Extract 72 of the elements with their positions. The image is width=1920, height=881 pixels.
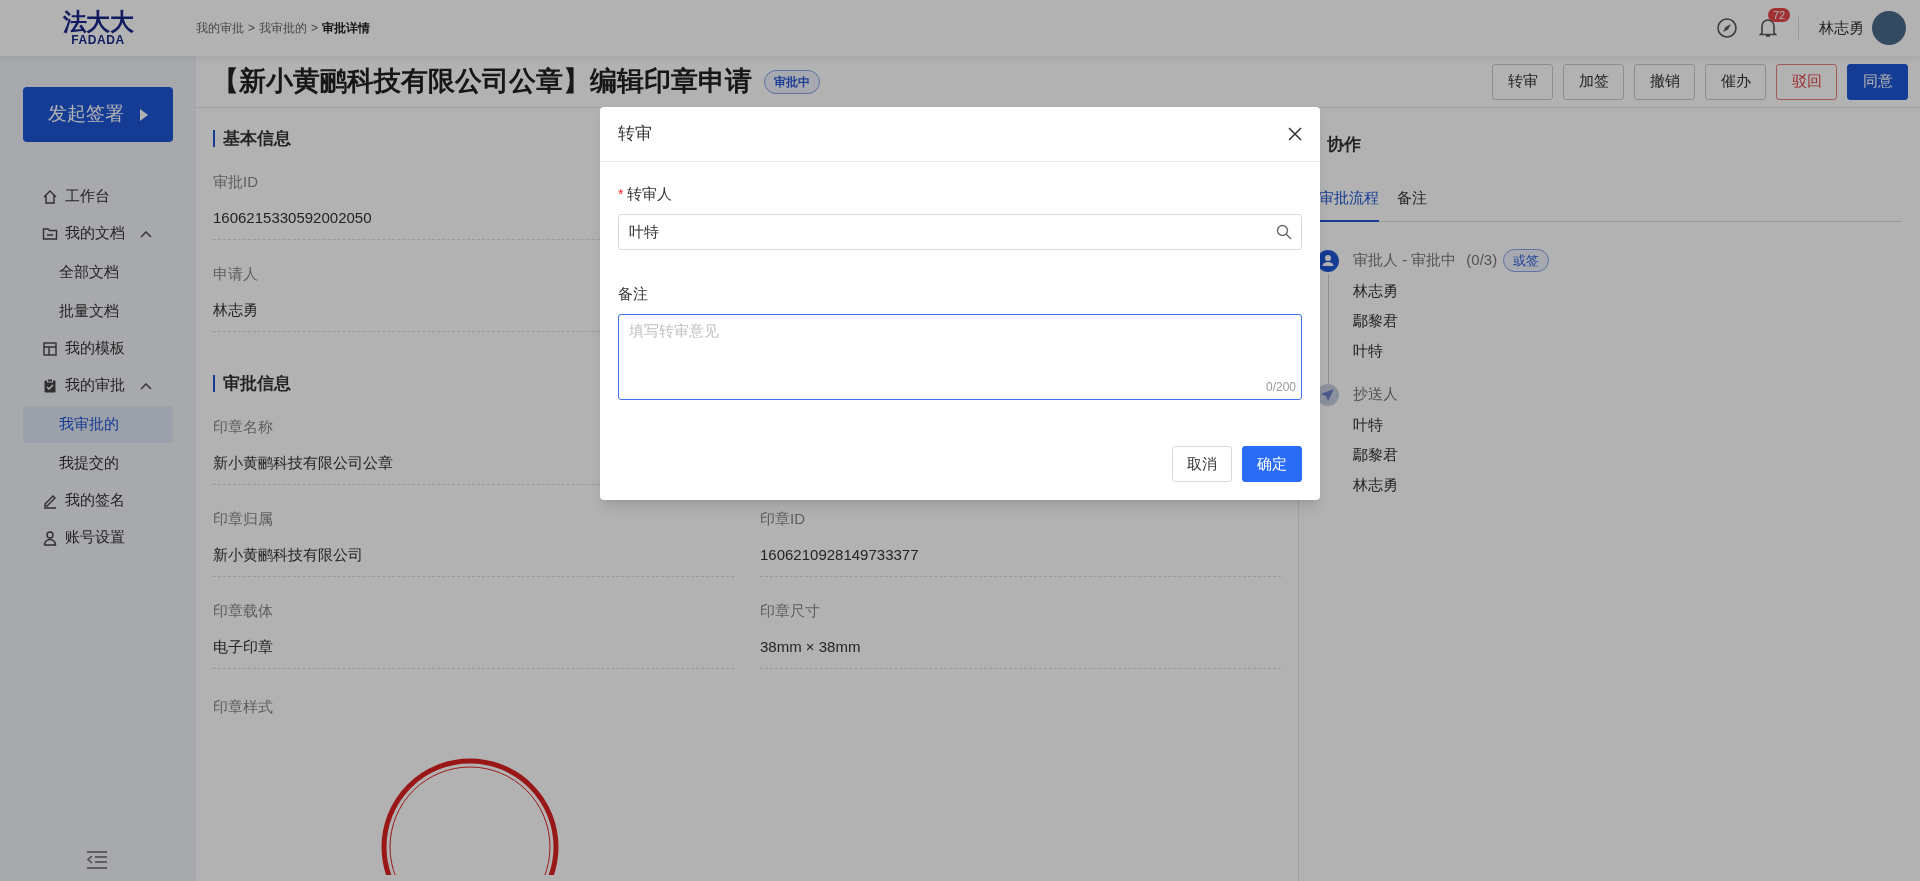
sidebar-item[interactable]: 工作台 bbox=[0, 178, 196, 215]
bell-icon[interactable] bbox=[1758, 17, 1778, 39]
caret-icon bbox=[140, 108, 148, 121]
action-button[interactable]: 催办 bbox=[1705, 63, 1766, 100]
sidebar-item[interactable]: 我的文档 bbox=[0, 215, 196, 252]
field-label: 印章尺寸 bbox=[760, 601, 820, 621]
sidebar-subitem[interactable]: 全部文档 bbox=[23, 254, 173, 291]
field-value: 林志勇 bbox=[213, 301, 258, 318]
action-button[interactable]: 转审 bbox=[1492, 63, 1553, 100]
field-label: 申请人 bbox=[213, 264, 258, 284]
notification-badge: 72 bbox=[1768, 8, 1791, 22]
action-button[interactable]: 撤销 bbox=[1634, 63, 1695, 100]
step-title: 抄送人 bbox=[1353, 384, 1398, 405]
person-name: 林志勇 bbox=[1353, 474, 1398, 495]
sidebar-item[interactable]: 我的签名 bbox=[0, 482, 196, 519]
field-label: 印章名称 bbox=[213, 417, 273, 437]
breadcrumb-separator: > bbox=[311, 20, 319, 37]
logo-wordmark: FADADA bbox=[71, 34, 125, 46]
person-name: 叶特 bbox=[1353, 414, 1384, 435]
sidebar-subitem[interactable]: 我审批的 bbox=[23, 406, 173, 443]
field-value: 新小黄鹂科技有限公司公章 bbox=[213, 454, 393, 471]
breadcrumb-separator: > bbox=[248, 20, 255, 37]
sidebar-subitem[interactable]: 我提交的 bbox=[23, 445, 173, 482]
page-title: 【新小黄鹂科技有限公司公章】编辑印章申请 bbox=[212, 65, 752, 99]
compass-icon bbox=[1716, 17, 1738, 39]
sidebar-subitem[interactable]: 批量文档 bbox=[23, 293, 173, 330]
user-icon bbox=[42, 529, 58, 546]
field-label: 印章归属 bbox=[213, 509, 273, 529]
layout-icon bbox=[42, 340, 58, 357]
home-icon bbox=[42, 188, 58, 205]
user-name[interactable]: 林志勇 bbox=[1819, 16, 1864, 40]
clipboard-icon bbox=[42, 377, 58, 394]
field-value: 1606210928149733377 bbox=[760, 546, 919, 563]
dialog-button[interactable]: 确定 bbox=[1242, 446, 1302, 482]
logo-text: 法大大 bbox=[62, 10, 134, 34]
person-name: 林志勇 bbox=[1353, 280, 1399, 301]
person-name: 叶特 bbox=[1353, 340, 1384, 361]
step-count: (0/3) bbox=[1466, 250, 1498, 271]
folder-icon bbox=[42, 225, 58, 242]
field-value: 38mm × 38mm bbox=[760, 638, 861, 655]
status-tag: 审批中 bbox=[764, 69, 820, 94]
sidebar-item[interactable]: 我的模板 bbox=[0, 330, 196, 367]
close-icon[interactable] bbox=[1288, 127, 1302, 141]
collapse-menu-icon[interactable] bbox=[86, 851, 108, 869]
sidebar-item[interactable]: 账号设置 bbox=[0, 519, 196, 556]
action-button[interactable]: 驳回 bbox=[1776, 63, 1837, 100]
field-label: 备注 bbox=[618, 283, 648, 304]
field-value: 电子印章 bbox=[213, 638, 273, 655]
tab[interactable]: 备注 bbox=[1397, 187, 1427, 222]
action-button[interactable]: 同意 bbox=[1847, 63, 1908, 100]
person-name: 鄢黎君 bbox=[1353, 310, 1399, 331]
field-label: 审批ID bbox=[213, 172, 258, 192]
field-value: 新小黄鹂科技有限公司 bbox=[213, 546, 363, 563]
action-button[interactable]: 加签 bbox=[1563, 63, 1624, 100]
search-field[interactable]: 叶特 bbox=[618, 214, 1302, 250]
avatar[interactable] bbox=[1872, 11, 1906, 45]
breadcrumb-item: 审批详情 bbox=[322, 20, 371, 37]
field-label: 印章ID bbox=[760, 509, 805, 529]
sidebar-item[interactable]: 我的审批 bbox=[0, 367, 196, 404]
step-title: 审批人 - 审批中 bbox=[1353, 250, 1457, 271]
start-signing-button[interactable]: 发起签署 bbox=[23, 87, 173, 142]
required-mark: * bbox=[618, 184, 624, 204]
search-icon bbox=[1276, 224, 1292, 240]
step-tag: 或签 bbox=[1503, 248, 1550, 273]
field-label: 印章样式 bbox=[213, 697, 274, 717]
field-value: 1606215330592002050 bbox=[213, 209, 372, 226]
dialog-button[interactable]: 取消 bbox=[1172, 446, 1232, 482]
breadcrumb-item[interactable]: 我的审批 bbox=[196, 19, 244, 37]
person-name: 鄢黎君 bbox=[1353, 444, 1398, 465]
breadcrumb-item[interactable]: 我审批的 bbox=[259, 19, 307, 37]
field-label: 印章载体 bbox=[213, 601, 273, 621]
field-label: 转审人 bbox=[627, 183, 673, 204]
